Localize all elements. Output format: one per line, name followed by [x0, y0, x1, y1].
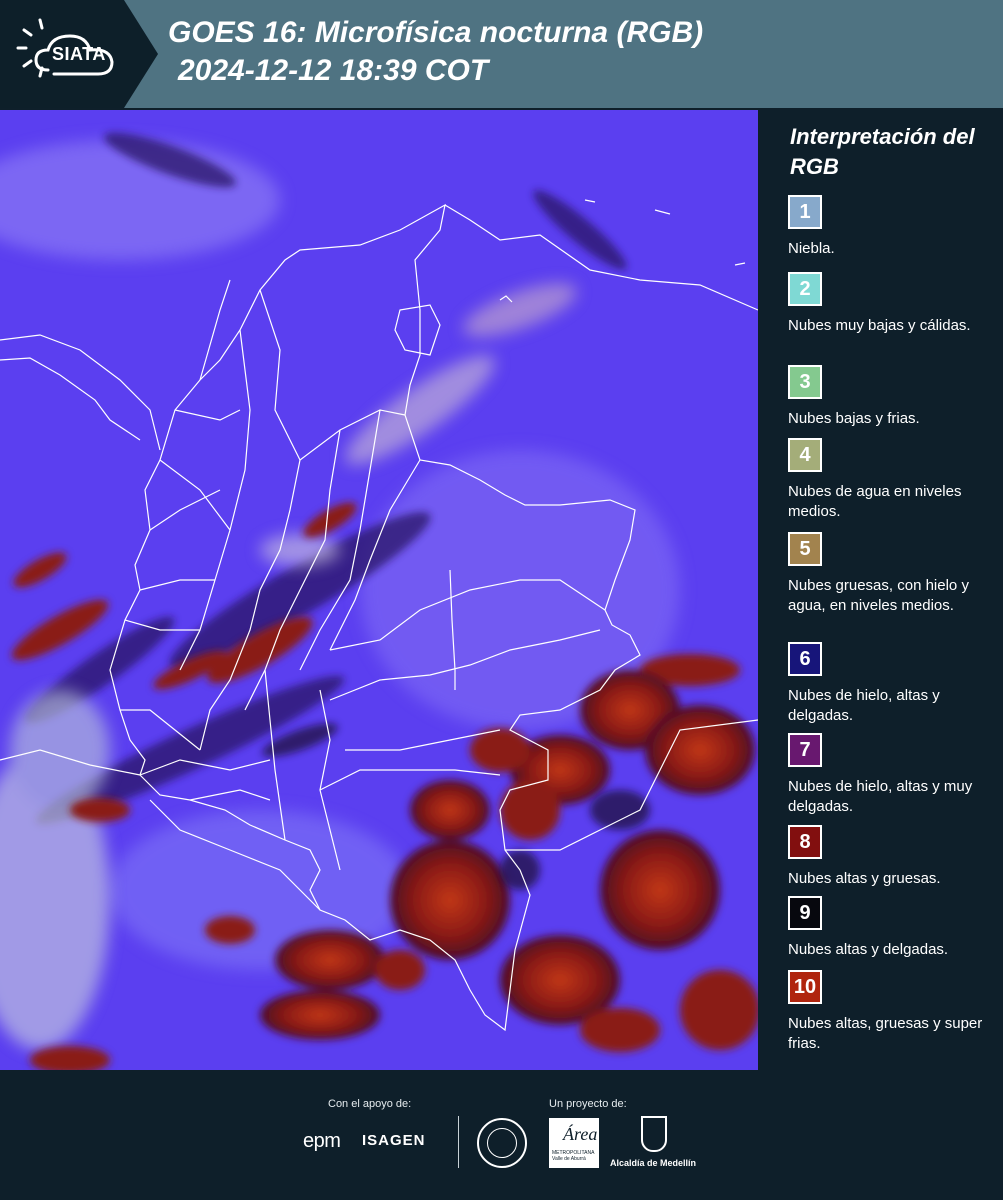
- satellite-image: [0, 110, 758, 1070]
- footer-divider: [458, 1116, 459, 1168]
- legend-item: 1 Niebla.: [788, 195, 998, 259]
- legend-item: 4 Nubes de agua en niveles medios.: [788, 438, 998, 522]
- page-title: GOES 16: Microfísica nocturna (RGB): [168, 16, 704, 49]
- siata-logo-text: SIATA: [52, 44, 106, 64]
- legend-swatch: 3: [788, 365, 822, 399]
- legend-number: 3: [799, 370, 811, 393]
- legend-swatch: 8: [788, 825, 822, 859]
- legend-number: 2: [799, 277, 811, 300]
- isagen-logo: ISAGEN: [362, 1132, 426, 1149]
- legend-label: Niebla.: [788, 240, 835, 257]
- legend-title: Interpretación del RGB: [790, 124, 975, 179]
- support-label: Con el apoyo de:: [328, 1098, 412, 1110]
- legend-label: Nubes de hielo, altas y delgadas.: [788, 687, 940, 724]
- medellin-crest-icon: [641, 1116, 667, 1152]
- legend-label: Nubes bajas y frias.: [788, 410, 920, 427]
- legend-item: 9 Nubes altas y delgadas.: [788, 896, 998, 960]
- legend-number: 1: [799, 200, 811, 223]
- footer: Con el apoyo de: Un proyecto de: epm ISA…: [0, 1070, 1003, 1200]
- legend-number: 9: [799, 901, 811, 924]
- project-label: Un proyecto de:: [549, 1098, 627, 1110]
- alcaldia-medellin-logo: Alcaldía de Medellín: [610, 1158, 697, 1168]
- legend-number: 7: [799, 738, 811, 761]
- legend-panel: Interpretación del RGB 1 Niebla. 2 Nubes…: [760, 110, 1003, 1070]
- area-logo-subtext: METROPOLITANA Valle de Aburrá: [552, 1150, 595, 1162]
- siata-logo-panel: SIATA: [0, 0, 158, 108]
- satellite-map[interactable]: [0, 110, 758, 1070]
- university-seal-icon: [477, 1118, 527, 1168]
- legend-item: 10 Nubes altas, gruesas y super frias.: [788, 970, 998, 1054]
- legend-swatch: 10: [788, 970, 822, 1004]
- legend-item: 7 Nubes de hielo, altas y muy delgadas.: [788, 733, 998, 817]
- legend-label: Nubes muy bajas y cálidas.: [788, 317, 971, 334]
- legend-number: 4: [799, 443, 811, 466]
- legend-label: Nubes de agua en niveles medios.: [788, 483, 962, 520]
- legend-label: Nubes altas, gruesas y super frias.: [788, 1015, 983, 1052]
- legend-item: 6 Nubes de hielo, altas y delgadas.: [788, 642, 998, 726]
- legend-swatch: 1: [788, 195, 822, 229]
- legend-swatch: 6: [788, 642, 822, 676]
- legend-item: 3 Nubes bajas y frias.: [788, 365, 998, 429]
- legend-swatch: 5: [788, 532, 822, 566]
- legend-number: 5: [799, 537, 811, 560]
- legend-label: Nubes altas y gruesas.: [788, 870, 941, 887]
- epm-logo: epm: [303, 1130, 341, 1152]
- area-logo-text: Área: [563, 1124, 598, 1144]
- legend-swatch: 2: [788, 272, 822, 306]
- legend-item: 5 Nubes gruesas, con hielo y agua, en ni…: [788, 532, 998, 616]
- legend-swatch: 9: [788, 896, 822, 930]
- legend-label: Nubes altas y delgadas.: [788, 941, 949, 958]
- header-banner: SIATA GOES 16: Microfísica nocturna (RGB…: [0, 0, 1003, 108]
- page-timestamp: 2024-12-12 18:39 COT: [178, 54, 489, 87]
- legend-item: 8 Nubes altas y gruesas.: [788, 825, 998, 889]
- legend-swatch: 4: [788, 438, 822, 472]
- legend-item: 2 Nubes muy bajas y cálidas.: [788, 272, 998, 336]
- legend-label: Nubes gruesas, con hielo y agua, en nive…: [788, 577, 969, 614]
- legend-number: 10: [793, 975, 817, 998]
- area-metropolitana-logo: Área METROPOLITANA Valle de Aburrá: [549, 1118, 599, 1168]
- legend-number: 8: [799, 830, 811, 853]
- legend-number: 6: [799, 647, 811, 670]
- legend-swatch: 7: [788, 733, 822, 767]
- legend-label: Nubes de hielo, altas y muy delgadas.: [788, 778, 973, 815]
